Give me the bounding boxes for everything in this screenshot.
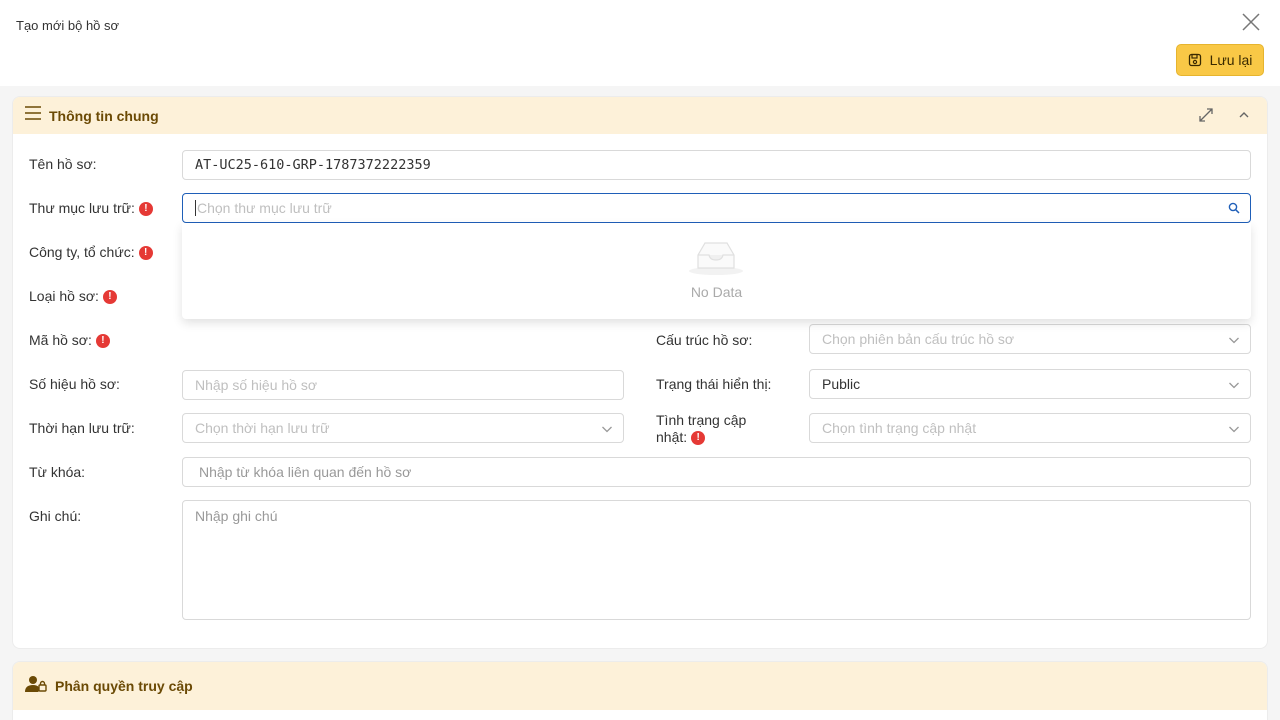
top-bar: Tạo mới bộ hồ sơ Lưu lại	[0, 0, 1280, 86]
general-info-header: Thông tin chung	[13, 97, 1267, 134]
text-caret	[195, 200, 196, 216]
required-icon: !	[138, 246, 153, 261]
required-icon: !	[102, 290, 117, 305]
close-icon[interactable]	[1241, 12, 1261, 32]
user-lock-icon	[25, 675, 47, 698]
update-status-label: Tình trạng cập nhật:!	[656, 412, 747, 446]
empty-text: No Data	[690, 284, 743, 300]
visibility-select[interactable]: Public	[809, 369, 1251, 399]
section-title: Phân quyền truy cập	[55, 678, 193, 694]
access-header: Phân quyền truy cập	[13, 662, 1267, 710]
folder-select[interactable]: Chọn thư mục lưu trữ	[182, 193, 1251, 223]
section-title: Thông tin chung	[49, 107, 159, 124]
expand-icon[interactable]	[1197, 106, 1215, 124]
name-label: Tên hồ sơ:	[29, 156, 97, 172]
visibility-label: Trạng thái hiển thị:	[656, 376, 772, 392]
retention-label: Thời hạn lưu trữ:	[29, 420, 135, 436]
update-status-select[interactable]: Chọn tình trạng cập nhật	[809, 413, 1251, 443]
save-button-label: Lưu lại	[1209, 52, 1253, 68]
required-icon: !	[691, 431, 706, 446]
number-placeholder: Nhập số hiệu hồ sơ	[195, 377, 318, 393]
visibility-value: Public	[822, 376, 861, 392]
structure-label: Cấu trúc hồ sơ:	[656, 332, 753, 348]
chevron-down-icon	[1229, 337, 1239, 344]
access-section: Phân quyền truy cập	[12, 661, 1268, 720]
number-label: Số hiệu hồ sơ:	[29, 376, 120, 392]
folder-placeholder: Chọn thư mục lưu trữ	[197, 200, 332, 216]
keywords-input[interactable]: Nhập từ khóa liên quan đến hồ sơ	[182, 457, 1251, 487]
structure-placeholder: Chọn phiên bản cấu trúc hồ sơ	[822, 331, 1015, 347]
keywords-label: Từ khóa:	[29, 464, 86, 480]
retention-select[interactable]: Chọn thời hạn lưu trữ	[182, 413, 624, 443]
keywords-placeholder: Nhập từ khóa liên quan đến hồ sơ	[199, 464, 412, 480]
folder-dropdown: No Data	[182, 223, 1251, 319]
required-icon: !	[138, 202, 153, 217]
page-title: Tạo mới bộ hồ sơ	[16, 18, 120, 33]
name-value: AT-UC25-610-GRP-1787372222359	[195, 157, 431, 173]
menu-icon	[25, 106, 41, 125]
number-input[interactable]: Nhập số hiệu hồ sơ	[182, 370, 624, 400]
notes-label: Ghi chú:	[29, 508, 82, 524]
structure-select[interactable]: Chọn phiên bản cấu trúc hồ sơ	[809, 324, 1251, 354]
type-label: Loại hồ sơ:!	[29, 288, 117, 305]
required-icon: !	[95, 334, 110, 349]
chevron-down-icon	[1229, 382, 1239, 389]
notes-textarea[interactable]: Nhập ghi chú	[182, 500, 1251, 620]
name-input[interactable]: AT-UC25-610-GRP-1787372222359	[182, 150, 1251, 180]
save-button[interactable]: Lưu lại	[1176, 44, 1264, 76]
empty-inbox-icon	[689, 242, 743, 275]
search-icon[interactable]	[1228, 202, 1240, 214]
retention-placeholder: Chọn thời hạn lưu trữ	[195, 420, 330, 436]
save-icon	[1188, 53, 1201, 67]
notes-placeholder: Nhập ghi chú	[195, 508, 278, 524]
company-label: Công ty, tổ chức:!	[29, 244, 153, 261]
chevron-down-icon	[1229, 426, 1239, 433]
chevron-down-icon	[602, 426, 612, 433]
chevron-up-icon[interactable]	[1235, 106, 1253, 124]
update-status-placeholder: Chọn tình trạng cập nhật	[822, 420, 977, 436]
folder-label: Thư mục lưu trữ:!	[29, 200, 153, 217]
code-label: Mã hồ sơ:!	[29, 332, 110, 349]
